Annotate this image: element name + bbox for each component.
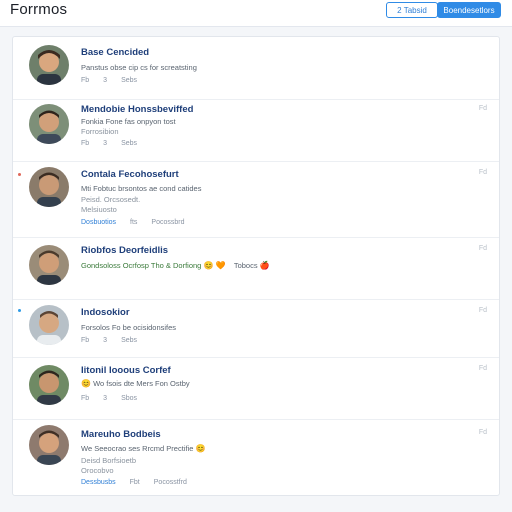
avatar[interactable]: [29, 104, 69, 144]
more-options-icon[interactable]: Fd: [479, 169, 487, 176]
avatar[interactable]: [29, 167, 69, 207]
smile-emoji-icon: 😊: [81, 379, 91, 388]
unread-indicator: [18, 309, 21, 312]
list-item[interactable]: Indosokior Forsolos Fo be ocisidonsifes …: [13, 299, 499, 358]
post-text: Melsiuosto: [81, 205, 117, 214]
post-meta: Fb 3 Sebs: [81, 337, 151, 344]
apple-emoji-icon: 🍎: [259, 261, 270, 270]
list-item[interactable]: Mareuho Bodbeis We Seeocrao ses Rrcmd Pr…: [13, 419, 499, 495]
post-text: Forsolos Fo be ocisidonsifes: [81, 323, 177, 332]
share-action[interactable]: Pocossbrd: [151, 219, 184, 226]
list-item[interactable]: Contala Fecohosefurt Mti Fobtuc brsontos…: [13, 161, 499, 238]
comment-count[interactable]: Fbt: [130, 479, 140, 486]
more-options-icon[interactable]: Fd: [479, 105, 487, 112]
comment-count[interactable]: 3: [103, 337, 107, 344]
like-action[interactable]: Fb: [81, 77, 89, 84]
share-action[interactable]: Sebs: [121, 77, 137, 84]
post-text: Mti Fobtuc brsontos ae cond catides: [81, 184, 202, 193]
primary-button[interactable]: Boendesetlors: [437, 2, 501, 18]
avatar[interactable]: [29, 305, 69, 345]
heart-emoji-icon: 🧡: [215, 261, 226, 270]
post-meta: Dosbuotios fts Pocossbrd: [81, 219, 199, 226]
post-text: Panstus obse cip cs for screatsting: [81, 63, 197, 72]
post-meta: Fb 3 Sbos: [81, 395, 151, 402]
comment-count[interactable]: fts: [130, 219, 137, 226]
post-text: 😊 Wo fsois dte Mers Fon Ostby: [81, 379, 190, 388]
reply-link[interactable]: Dessbusbs: [81, 479, 116, 486]
post-text: Gondsoloss Ocrfosp Tho & Dorfiong 😊 🧡 To…: [81, 261, 270, 270]
post-text: Peisd. Orcsosedt.: [81, 195, 141, 204]
unread-indicator: [18, 173, 21, 176]
post-meta: Fb 3 Sebs: [81, 77, 151, 84]
avatar[interactable]: [29, 365, 69, 405]
post-text: Deisd Borfsioetb: [81, 456, 137, 465]
avatar[interactable]: [29, 45, 69, 85]
post-author[interactable]: Mendobie Honssbeviffed: [81, 104, 193, 115]
more-options-icon[interactable]: Fd: [479, 307, 487, 314]
more-options-icon[interactable]: Fd: [479, 365, 487, 372]
like-action[interactable]: Fb: [81, 395, 89, 402]
smile-emoji-icon: 😊: [195, 444, 206, 453]
post-text: Forrosibion: [81, 127, 119, 136]
post-author[interactable]: Riobfos Deorfeidlis: [81, 245, 168, 256]
avatar[interactable]: [29, 425, 69, 465]
like-action[interactable]: Fb: [81, 140, 89, 147]
like-action[interactable]: Fb: [81, 337, 89, 344]
share-action[interactable]: Sbos: [121, 395, 137, 402]
smile-emoji-icon: 😊: [203, 261, 214, 270]
share-action[interactable]: Pocosstfrd: [154, 479, 187, 486]
post-meta: Fb 3 Sebs: [81, 140, 151, 147]
secondary-button[interactable]: 2 Tabsid: [386, 2, 438, 18]
top-bar: Forrmos 2 Tabsid Boendesetlors: [0, 0, 512, 27]
list-item[interactable]: Iitonil Iooous Corfef 😊 Wo fsois dte Mer…: [13, 357, 499, 420]
post-meta: Dessbusbs Fbt Pocosstfrd: [81, 479, 201, 486]
share-action[interactable]: Sebs: [121, 337, 137, 344]
list-item[interactable]: Base Cencided Panstus obse cip cs for sc…: [13, 37, 499, 100]
post-author[interactable]: Iitonil Iooous Corfef: [81, 365, 171, 376]
comment-count[interactable]: 3: [103, 77, 107, 84]
more-options-icon[interactable]: Fd: [479, 245, 487, 252]
post-text: We Seeocrao ses Rrcmd Prectifie 😊: [81, 444, 206, 453]
avatar[interactable]: [29, 245, 69, 285]
list-item[interactable]: Mendobie Honssbeviffed Fonkia Fone fas o…: [13, 99, 499, 162]
page-title: Forrmos: [10, 1, 68, 18]
post-author[interactable]: Mareuho Bodbeis: [81, 429, 161, 440]
post-list: Base Cencided Panstus obse cip cs for sc…: [12, 36, 500, 496]
post-author[interactable]: Base Cencided: [81, 47, 149, 58]
share-action[interactable]: Sebs: [121, 140, 137, 147]
list-item[interactable]: Riobfos Deorfeidlis Gondsoloss Ocrfosp T…: [13, 237, 499, 300]
post-author[interactable]: Contala Fecohosefurt: [81, 169, 179, 180]
post-text: Orocobvo: [81, 466, 114, 475]
comment-count[interactable]: 3: [103, 395, 107, 402]
more-options-icon[interactable]: Fd: [479, 429, 487, 436]
post-text: Fonkia Fone fas onpyon tost: [81, 117, 176, 126]
comment-count[interactable]: 3: [103, 140, 107, 147]
post-author[interactable]: Indosokior: [81, 307, 130, 318]
reply-link[interactable]: Dosbuotios: [81, 219, 116, 226]
